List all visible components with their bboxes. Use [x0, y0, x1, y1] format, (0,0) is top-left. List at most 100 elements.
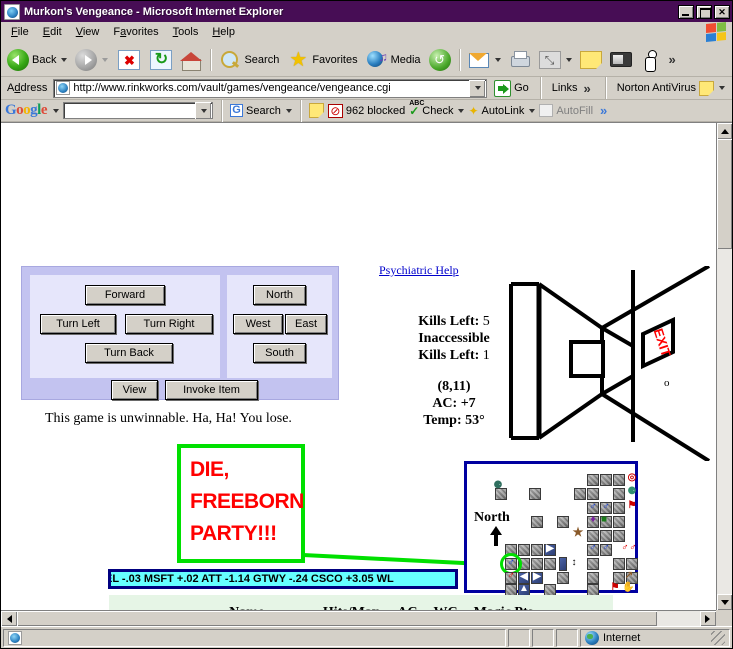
check-dropdown-icon[interactable] [458, 108, 465, 113]
security-zone-pane: Internet [580, 628, 730, 647]
address-label: Address [7, 82, 48, 94]
stop-button[interactable] [112, 45, 146, 75]
map-monster-icon: ♂ [602, 501, 610, 512]
maximize-button[interactable] [696, 4, 712, 19]
spell-check-button[interactable]: ABC ✓ Check [409, 100, 465, 118]
menu-file[interactable]: File [4, 24, 36, 40]
south-button[interactable]: South [253, 343, 306, 363]
edit-button[interactable] [535, 45, 576, 75]
chevron-down-icon [475, 86, 482, 90]
map-ladder-icon [559, 557, 567, 571]
map-tile [613, 488, 625, 500]
hscroll-track[interactable] [17, 611, 700, 626]
turn-right-button[interactable]: Turn Right [125, 314, 213, 334]
close-button[interactable]: ✕ [714, 4, 730, 19]
autofill-button[interactable]: AutoFill [539, 104, 593, 117]
print-button[interactable] [505, 45, 535, 75]
game-controls-panel: Forward Turn Left Turn Right Turn Back N… [21, 266, 339, 400]
google-search-dropdown-icon[interactable] [285, 108, 292, 113]
map-door-right-icon: ▶ [533, 571, 541, 582]
col-ac: AC [389, 605, 425, 610]
address-input[interactable]: http://www.rinkworks.com/vault/games/ven… [53, 78, 488, 98]
map-north-arrow-stem [494, 534, 498, 546]
view-button[interactable]: View [111, 380, 158, 400]
game-message: This game is unwinnable. Ha, Ha! You los… [45, 411, 292, 426]
notes-button[interactable] [576, 45, 606, 75]
menu-help[interactable]: Help [205, 24, 242, 40]
resize-grip[interactable] [711, 630, 725, 645]
forward-button[interactable] [71, 45, 112, 75]
menu-tools-label: ools [178, 26, 199, 38]
scrollbar-corner [716, 610, 732, 626]
menu-view[interactable]: View [69, 24, 107, 40]
links-overflow-icon[interactable]: » [580, 81, 593, 96]
refresh-button[interactable] [146, 45, 176, 75]
autolink-button[interactable]: ✦ AutoLink [468, 104, 536, 118]
media-button[interactable]: Media [362, 45, 425, 75]
map-monster-icon: ♂ [629, 542, 637, 553]
hscroll-thumb[interactable] [17, 611, 657, 626]
norton-dropdown-icon[interactable] [719, 86, 725, 90]
menu-edit[interactable]: Edit [36, 24, 69, 40]
map-tile [531, 544, 543, 556]
popup-blocker-button[interactable]: 962 blocked [327, 103, 405, 118]
home-button[interactable] [176, 45, 206, 75]
west-button[interactable]: West [233, 314, 283, 334]
scroll-up-button[interactable] [717, 123, 732, 139]
edit-dropdown-icon[interactable] [565, 57, 572, 62]
google-separator-2 [299, 99, 301, 122]
map-tile [600, 530, 612, 542]
vscroll-thumb[interactable] [717, 139, 732, 249]
north-button[interactable]: North [253, 285, 306, 305]
go-label: Go [514, 82, 529, 94]
go-button[interactable]: Go [490, 79, 533, 98]
col-name: Name [181, 605, 313, 610]
google-search-dropdown-button[interactable] [195, 102, 212, 119]
messenger-button[interactable] [606, 45, 636, 75]
mail-dropdown-icon[interactable] [494, 57, 501, 62]
favorites-button[interactable]: ★ Favorites [283, 45, 361, 75]
turn-left-button[interactable]: Turn Left [40, 314, 116, 334]
history-button[interactable] [425, 45, 455, 75]
map-monster-icon: ♂ [602, 542, 610, 553]
toolbar-separator [210, 48, 212, 71]
invoke-item-button[interactable]: Invoke Item [165, 380, 258, 400]
links-button[interactable]: Links » [548, 80, 598, 97]
title-bar: Murkon's Vengeance - Microsoft Internet … [1, 1, 732, 22]
turn-back-button[interactable]: Turn Back [85, 343, 173, 363]
search-button[interactable]: Search [215, 45, 283, 75]
autolink-dropdown-icon[interactable] [529, 108, 536, 113]
psychiatric-help-link[interactable]: Psychiatric Help [379, 263, 459, 278]
dungeon-map: North ◎ ⚈ ⚈ ♂ ♂ ⚑ ♦ ■ ★ ▶ ♂ ♂ ♂ ♂ ↕ ♂ ♂ … [464, 461, 638, 596]
menu-view-label: iew [82, 26, 100, 38]
scroll-right-button[interactable] [700, 611, 716, 626]
norton-antivirus-button[interactable]: Norton AntiVirus [613, 80, 729, 97]
menu-favorites[interactable]: Favorites [106, 24, 165, 40]
horizontal-scrollbar[interactable] [1, 610, 716, 626]
google-logo-dropdown-icon[interactable] [53, 108, 60, 113]
person-icon [640, 49, 662, 72]
media-icon [366, 49, 388, 71]
google-bookmarks-button[interactable] [308, 103, 324, 118]
mail-button[interactable] [464, 45, 505, 75]
scroll-down-button[interactable] [717, 594, 732, 610]
address-dropdown-button[interactable] [469, 79, 486, 97]
windows-flag-icon [706, 21, 726, 43]
east-button[interactable]: East [285, 314, 327, 334]
google-search-input[interactable] [63, 102, 214, 119]
vertical-scrollbar[interactable] [716, 123, 732, 610]
browser-window: Murkon's Vengeance - Microsoft Internet … [0, 0, 733, 649]
forward-dropdown-icon[interactable] [102, 57, 109, 62]
forward-button[interactable]: Forward [85, 285, 165, 305]
menu-tools[interactable]: Tools [166, 24, 206, 40]
minimize-button[interactable] [678, 4, 694, 19]
vscroll-track[interactable] [717, 139, 732, 594]
google-overflow-button[interactable]: » [597, 103, 610, 118]
google-search-button[interactable]: G Search [230, 104, 292, 117]
back-dropdown-icon[interactable] [61, 57, 68, 62]
map-monster-icon: ♂ [589, 542, 597, 553]
back-button[interactable]: Back [3, 45, 71, 75]
person-button[interactable] [636, 45, 666, 75]
toolbar-overflow-button[interactable]: » [666, 52, 679, 67]
scroll-left-button[interactable] [1, 611, 17, 626]
